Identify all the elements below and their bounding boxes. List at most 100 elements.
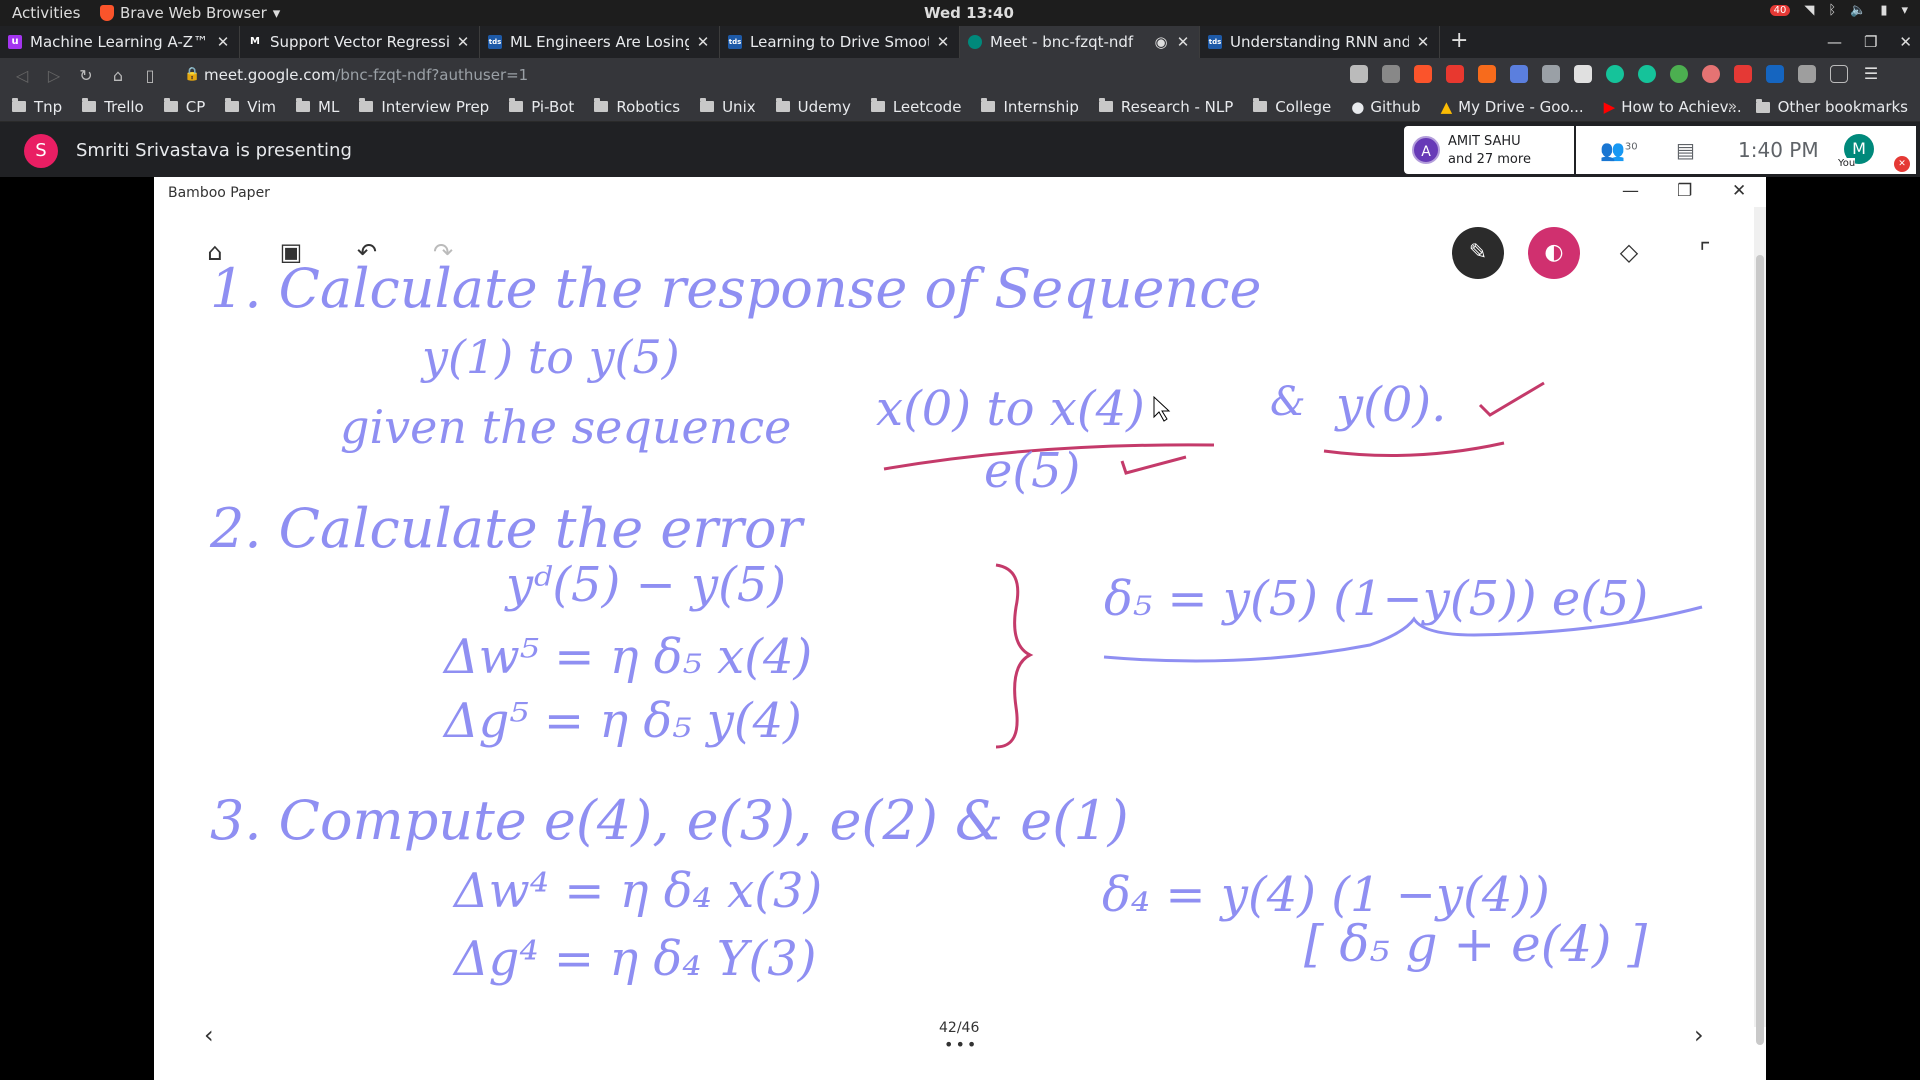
scrollbar-thumb[interactable] [1756,255,1764,1045]
camera-icon[interactable] [1350,65,1368,83]
menu-icon[interactable]: ☰ [1862,65,1880,83]
bookmark-github[interactable]: ● Github [1351,98,1420,116]
new-tab-button[interactable]: + [1440,26,1478,58]
meet-controls: 👥30 ▤ 1:40 PM M You ✕ [1576,126,1916,174]
recording-icon: ◉ [1154,33,1168,51]
tds-icon: tds [728,35,742,49]
mic-off-icon: ✕ [1894,156,1910,172]
mute-tab-icon[interactable] [1382,65,1400,83]
next-page-icon[interactable]: › [1694,1021,1704,1049]
presenter-avatar: S [24,134,58,168]
bookmark-folder[interactable]: College [1253,98,1331,116]
bookmark-folder[interactable]: Robotics [594,98,680,116]
close-tab-icon[interactable]: ✕ [215,33,231,51]
chat-button[interactable]: ▤ [1676,138,1695,162]
extension-icon[interactable] [1734,65,1752,83]
extension-new-icon[interactable] [1766,65,1784,83]
url-path: /bnc-fzqt-ndf?authuser=1 [335,66,529,84]
brace-mark [995,563,1034,749]
underline-mark [1323,441,1505,457]
system-clock[interactable]: Wed 13:40 [924,4,1014,22]
close-icon[interactable]: ✕ [1732,181,1746,201]
close-tab-icon[interactable]: ✕ [935,33,951,51]
other-bookmarks[interactable]: Other bookmarks [1755,92,1908,122]
extension-icon[interactable] [1542,65,1560,83]
minimize-icon[interactable]: — [1827,26,1842,58]
wifi-icon: ◥ [1804,3,1815,18]
tab-title: Meet - bnc-fzqt-ndf [990,33,1134,51]
brave-shields-icon[interactable] [1414,65,1432,83]
reload-icon[interactable]: ↻ [70,66,102,85]
back-icon[interactable]: ◁ [6,66,38,85]
tab-title: Learning to Drive Smoothly [750,33,929,51]
extension-icon[interactable] [1478,65,1496,83]
bookmark-folder[interactable]: Unix [700,98,756,116]
chat-icon: ▤ [1676,138,1695,162]
activities-button[interactable]: Activities [12,4,80,22]
add-extension-icon[interactable] [1670,65,1688,83]
participant-card[interactable]: A AMIT SAHU and 27 more [1404,126,1574,174]
extension-icon[interactable] [1798,65,1816,83]
bookmark-folder[interactable]: Udemy [775,98,851,116]
people-button[interactable]: 👥30 [1600,138,1638,162]
participant-more: and 27 more [1448,152,1531,167]
bookmark-label: Internship [1003,97,1079,116]
media-icon[interactable] [1830,65,1848,83]
bookmark-drive[interactable]: ▲ My Drive - Goo... [1441,98,1584,116]
app-menu[interactable]: Brave Web Browser ▾ [100,4,280,22]
bookmark-icon[interactable]: ▯ [134,66,166,85]
bookmark-folder[interactable]: ML [296,98,339,116]
restore-icon[interactable]: ❐ [1864,26,1877,58]
bookmark-folder[interactable]: Internship [981,97,1079,116]
close-window-icon[interactable]: ✕ [1899,26,1912,58]
close-tab-icon[interactable]: ✕ [1175,33,1191,51]
minimize-icon[interactable]: — [1622,181,1639,201]
bookmark-folder[interactable]: Pi-Bot [509,98,574,116]
bookmark-folder[interactable]: Tnp [12,98,62,116]
extension-icon[interactable] [1574,65,1592,83]
tab-title: Understanding RNN and LS [1230,33,1409,51]
people-icon: 👥 [1600,138,1625,162]
bookmark-label: Tnp [34,97,63,116]
grammarly-icon[interactable] [1606,65,1624,83]
bookmark-label: Github [1370,97,1421,116]
tab-tds-3[interactable]: tds Understanding RNN and LS ✕ [1200,26,1440,58]
more-options-icon[interactable]: ••• [944,1035,978,1054]
forward-icon[interactable]: ▷ [38,66,70,85]
tab-meet[interactable]: Meet - bnc-fzqt-ndf ◉ ✕ [960,26,1200,58]
bookmark-folder[interactable]: Trello [82,98,144,116]
restore-icon[interactable]: ❐ [1677,181,1692,201]
extension-icon[interactable] [1702,65,1720,83]
close-tab-icon[interactable]: ✕ [695,33,711,51]
home-icon[interactable]: ⌂ [102,66,134,85]
folder-icon [594,98,609,112]
bookmark-folder[interactable]: Interview Prep [359,98,489,116]
tds-icon: tds [488,35,502,49]
url-domain: meet.google.com [204,66,336,84]
grammarly-icon[interactable] [1638,65,1656,83]
bookmark-folder[interactable]: CP [163,98,205,116]
scrollbar[interactable] [1754,207,1766,1045]
bookmark-youtube[interactable]: ▶ How to Achiev... [1604,98,1742,116]
close-tab-icon[interactable]: ✕ [455,33,471,51]
check-mark [1120,455,1187,475]
close-tab-icon[interactable]: ✕ [1415,33,1431,51]
bookmark-folder[interactable]: Vim [225,98,276,116]
bookmark-folder[interactable]: Research - NLP [1098,97,1234,116]
drawing-canvas[interactable]: 1. Calculate the response of Sequence y(… [154,217,1752,1017]
tab-medium[interactable]: M Support Vector Regression ✕ [240,26,480,58]
bookmark-folder[interactable]: Leetcode [870,98,961,116]
previous-page-icon[interactable]: ‹ [204,1021,214,1049]
address-field[interactable]: 🔒 meet.google.com/bnc-fzqt-ndf?authuser=… [176,61,1326,89]
tab-tds-2[interactable]: tds Learning to Drive Smoothly ✕ [720,26,960,58]
bookmark-label: Interview Prep [381,97,490,116]
bookmarks-bar: Tnp Trello CP Vim ML Interview Prep Pi-B… [0,92,1920,122]
tab-tds-1[interactable]: tds ML Engineers Are Losing T ✕ [480,26,720,58]
brave-rewards-icon[interactable] [1446,65,1464,83]
tab-udemy[interactable]: u Machine Learning A-Z™: Ha ✕ [0,26,240,58]
bookmark-label: Research - NLP [1120,97,1234,116]
more-bookmarks-icon[interactable]: » [1728,97,1737,115]
system-tray[interactable]: 40 ◥ ᛒ 🔈 ▮ ▾ [1769,3,1908,18]
note-line: given the sequence [340,400,791,454]
extension-icon[interactable] [1510,65,1528,83]
